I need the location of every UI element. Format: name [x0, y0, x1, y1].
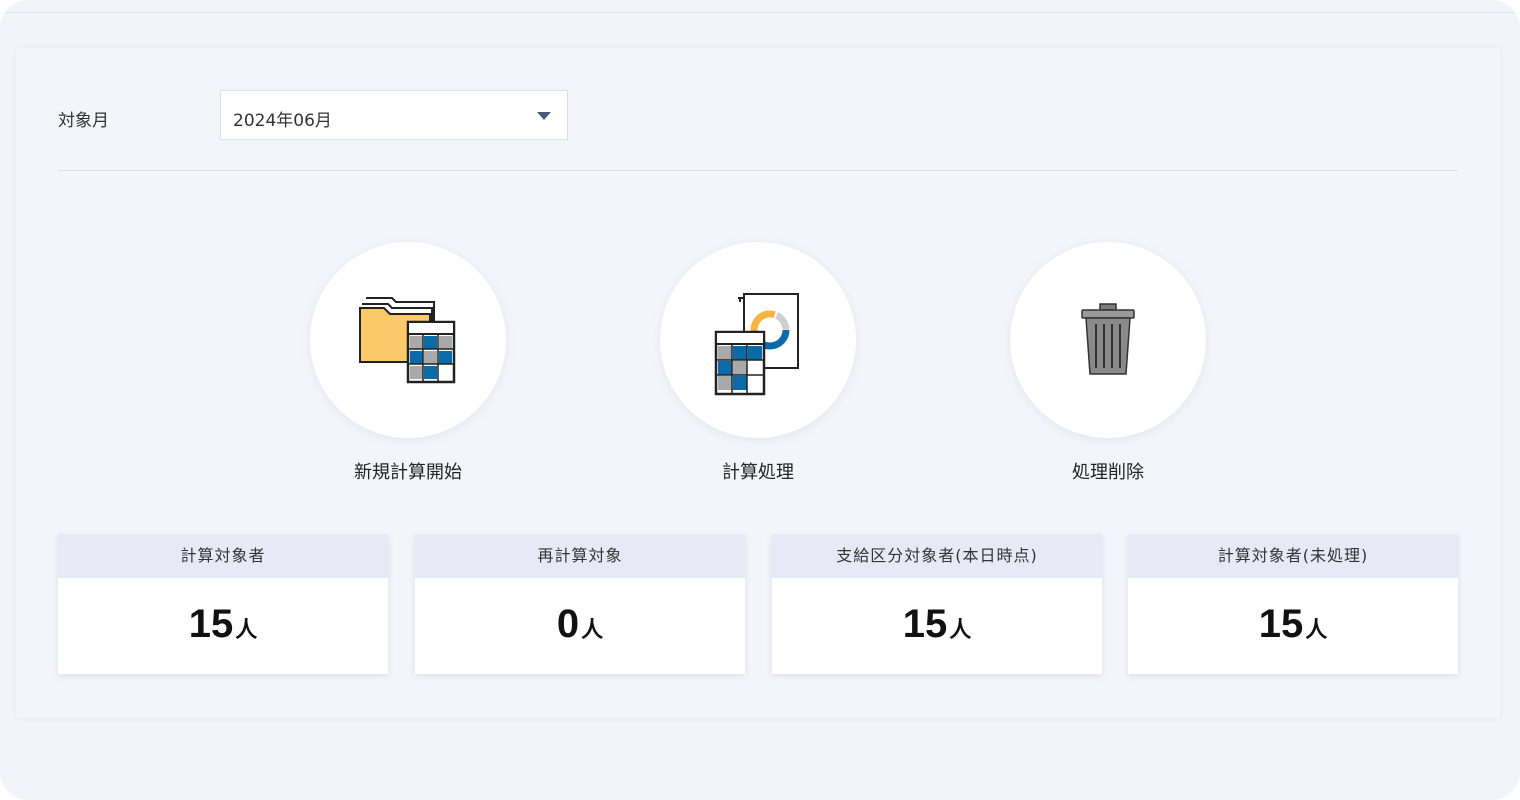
stat-card-recalc-targets: 再計算対象 0人	[415, 534, 745, 674]
stat-value: 15	[1258, 602, 1304, 646]
delete-process-button[interactable]: 処理削除	[1008, 242, 1208, 484]
document-chart-spreadsheet-icon	[714, 293, 799, 396]
new-calculation-button[interactable]: 新規計算開始	[308, 242, 508, 484]
stat-value: 15	[188, 602, 234, 646]
stat-value-row: 15人	[772, 578, 1102, 647]
stat-title: 支給区分対象者(本日時点)	[772, 534, 1102, 578]
delete-process-label: 処理削除	[1072, 462, 1144, 483]
stat-unit: 人	[235, 618, 258, 643]
target-month-label: 対象月	[58, 111, 109, 131]
stat-card-unprocessed: 計算対象者(未処理) 15人	[1128, 534, 1458, 674]
stat-title: 計算対象者	[58, 534, 388, 578]
new-calculation-label: 新規計算開始	[354, 462, 462, 483]
stat-value-row: 15人	[1128, 578, 1458, 647]
stat-value-row: 15人	[58, 578, 388, 647]
stat-value-row: 0人	[415, 578, 745, 647]
stat-card-calc-targets: 計算対象者 15人	[58, 534, 388, 674]
calculation-process-button[interactable]: 計算処理	[658, 242, 858, 484]
target-month-value: 2024年06月	[233, 111, 332, 131]
delete-process-circle	[1010, 242, 1206, 438]
chevron-down-icon	[537, 112, 551, 120]
stat-title: 再計算対象	[415, 534, 745, 578]
stat-unit: 人	[949, 618, 972, 643]
section-divider	[58, 170, 1458, 171]
stat-unit: 人	[1305, 618, 1328, 643]
stat-value: 15	[902, 602, 948, 646]
stat-title: 計算対象者(未処理)	[1128, 534, 1458, 578]
new-calculation-circle	[310, 242, 506, 438]
header-divider	[0, 12, 1520, 13]
target-month-select[interactable]: 2024年06月	[220, 90, 568, 140]
stat-value: 0	[556, 602, 580, 646]
trash-icon	[1081, 303, 1135, 375]
stat-unit: 人	[581, 618, 604, 643]
calculation-process-label: 計算処理	[722, 462, 794, 483]
folder-spreadsheet-icon	[359, 297, 456, 384]
main-panel: 対象月 2024年06月 新規計算開始 計算処理 処理削除 計算対象者 15人 …	[16, 48, 1500, 718]
target-month-row: 対象月 2024年06月	[58, 90, 578, 142]
calculation-process-circle	[660, 242, 856, 438]
app-window: 対象月 2024年06月 新規計算開始 計算処理 処理削除 計算対象者 15人 …	[0, 0, 1520, 800]
stat-card-payment-category: 支給区分対象者(本日時点) 15人	[772, 534, 1102, 674]
